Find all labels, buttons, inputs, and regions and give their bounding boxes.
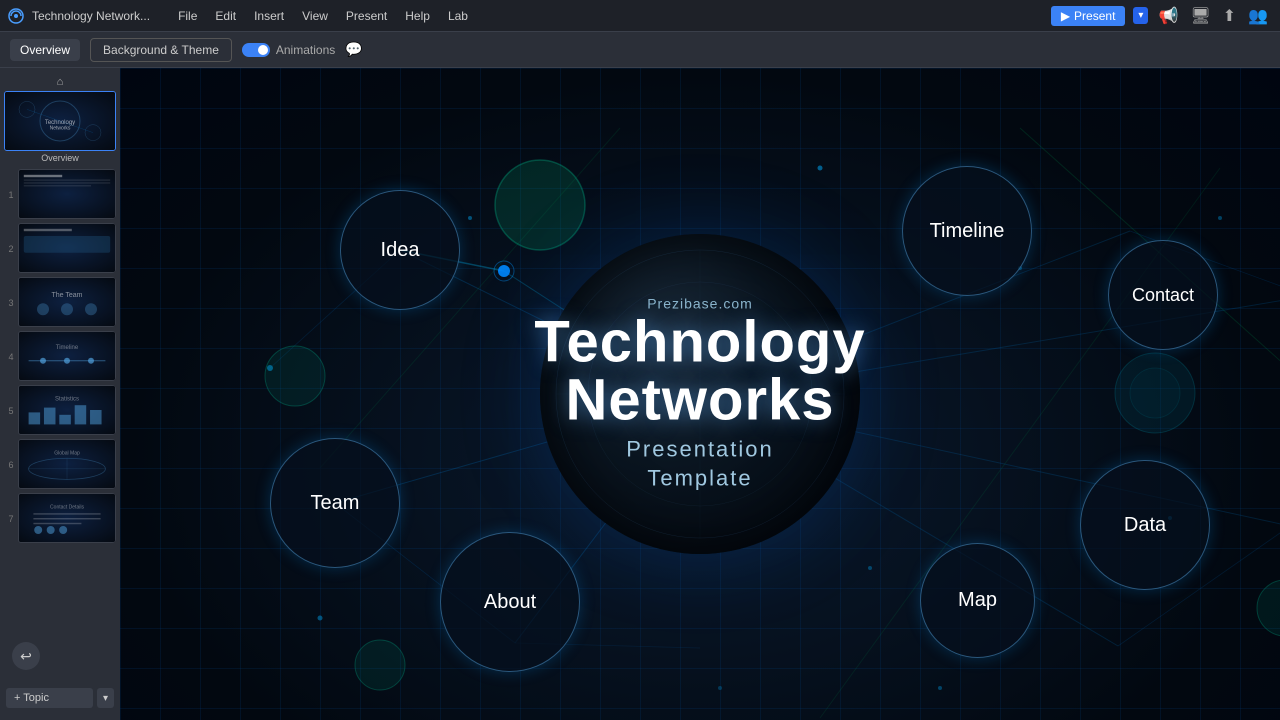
users-icon[interactable]: 👥: [1246, 4, 1270, 28]
slide-3[interactable]: 3 The Team Team: [4, 277, 116, 327]
slide-6[interactable]: 6 Global Map Map: [4, 439, 116, 489]
node-data[interactable]: Data: [1080, 460, 1210, 590]
slide-6-num: 6: [4, 439, 18, 489]
main-layout: ⌂ Technology Networks Overview: [0, 68, 1280, 720]
canvas-area[interactable]: Prezibase.com Technology Networks Presen…: [120, 68, 1280, 720]
slide-4[interactable]: 4 Timeline Timeline: [4, 331, 116, 381]
svg-text:Timeline: Timeline: [56, 345, 79, 351]
sidebar: ⌂ Technology Networks Overview: [0, 68, 120, 720]
sub-title: Presentation Template: [530, 435, 870, 492]
slide-2-num: 2: [4, 223, 18, 273]
node-about[interactable]: About: [440, 532, 580, 672]
node-timeline[interactable]: Timeline: [902, 166, 1032, 296]
slide-7-num: 7: [4, 493, 18, 543]
menu-lab[interactable]: Lab: [440, 7, 476, 25]
home-icon: ⌂: [57, 76, 64, 88]
node-map[interactable]: Map: [920, 543, 1035, 658]
svg-text:Statistics: Statistics: [55, 396, 79, 402]
menu-edit[interactable]: Edit: [207, 7, 244, 25]
present-label: Present: [1074, 9, 1115, 23]
node-idea[interactable]: Idea: [340, 190, 460, 310]
back-button[interactable]: ↩: [12, 642, 40, 670]
sidebar-bottom: + Topic ▾: [0, 680, 120, 716]
slide-3-num: 3: [4, 277, 18, 327]
overview-label: Overview: [4, 151, 116, 165]
tab-overview[interactable]: Overview: [10, 39, 80, 61]
node-contact[interactable]: Contact: [1108, 240, 1218, 350]
toggle-switch[interactable]: [242, 43, 270, 57]
add-topic-button[interactable]: + Topic: [6, 688, 93, 708]
main-title: Technology Networks: [530, 313, 870, 429]
svg-text:Contact Details: Contact Details: [50, 504, 84, 510]
top-bar: Technology Network... File Edit Insert V…: [0, 0, 1280, 32]
menu-view[interactable]: View: [294, 7, 336, 25]
node-team[interactable]: Team: [270, 438, 400, 568]
animations-toggle[interactable]: Animations: [242, 43, 335, 57]
speaker-icon[interactable]: 📢: [1156, 4, 1180, 28]
slide-1-num: 1: [4, 169, 18, 219]
slide-overview[interactable]: ⌂ Technology Networks Overview: [4, 74, 116, 165]
menu-file[interactable]: File: [170, 7, 205, 25]
svg-text:Global Map: Global Map: [54, 450, 80, 456]
menu-present[interactable]: Present: [338, 7, 395, 25]
share-icon[interactable]: ⬆: [1221, 4, 1238, 28]
slide-4-num: 4: [4, 331, 18, 381]
menu-insert[interactable]: Insert: [246, 7, 292, 25]
svg-text:The Team: The Team: [52, 292, 83, 299]
present-button[interactable]: ▶ Present: [1051, 6, 1126, 26]
app-title: Technology Network...: [32, 9, 150, 23]
add-topic-dropdown[interactable]: ▾: [97, 688, 114, 708]
animations-label: Animations: [276, 43, 335, 57]
tab-bg-theme[interactable]: Background & Theme: [90, 38, 232, 62]
svg-text:Networks: Networks: [50, 126, 71, 132]
slide-5[interactable]: 5 Statistics Data: [4, 385, 116, 435]
presentation-background: Prezibase.com Technology Networks Presen…: [120, 68, 1280, 720]
present-dropdown-arrow[interactable]: ▾: [1133, 7, 1148, 24]
play-icon: ▶: [1061, 9, 1070, 23]
slide-1[interactable]: 1 About: [4, 169, 116, 219]
menu-bar: File Edit Insert View Present Help Lab: [170, 7, 476, 25]
app-logo: [0, 0, 32, 32]
menu-help[interactable]: Help: [397, 7, 438, 25]
second-bar: Overview Background & Theme Animations 💬: [0, 32, 1280, 68]
comment-icon[interactable]: 💬: [345, 41, 362, 58]
slide-7[interactable]: 7 Contact Details Contact: [4, 493, 116, 543]
slide-2[interactable]: 2 Idea: [4, 223, 116, 273]
monitor-icon[interactable]: 🖥: [1188, 4, 1212, 28]
center-title: Prezibase.com Technology Networks Presen…: [530, 295, 870, 492]
slide-5-num: 5: [4, 385, 18, 435]
top-bar-right: ▶ Present ▾ 📢 🖥 ⬆ 👥: [1051, 4, 1280, 28]
